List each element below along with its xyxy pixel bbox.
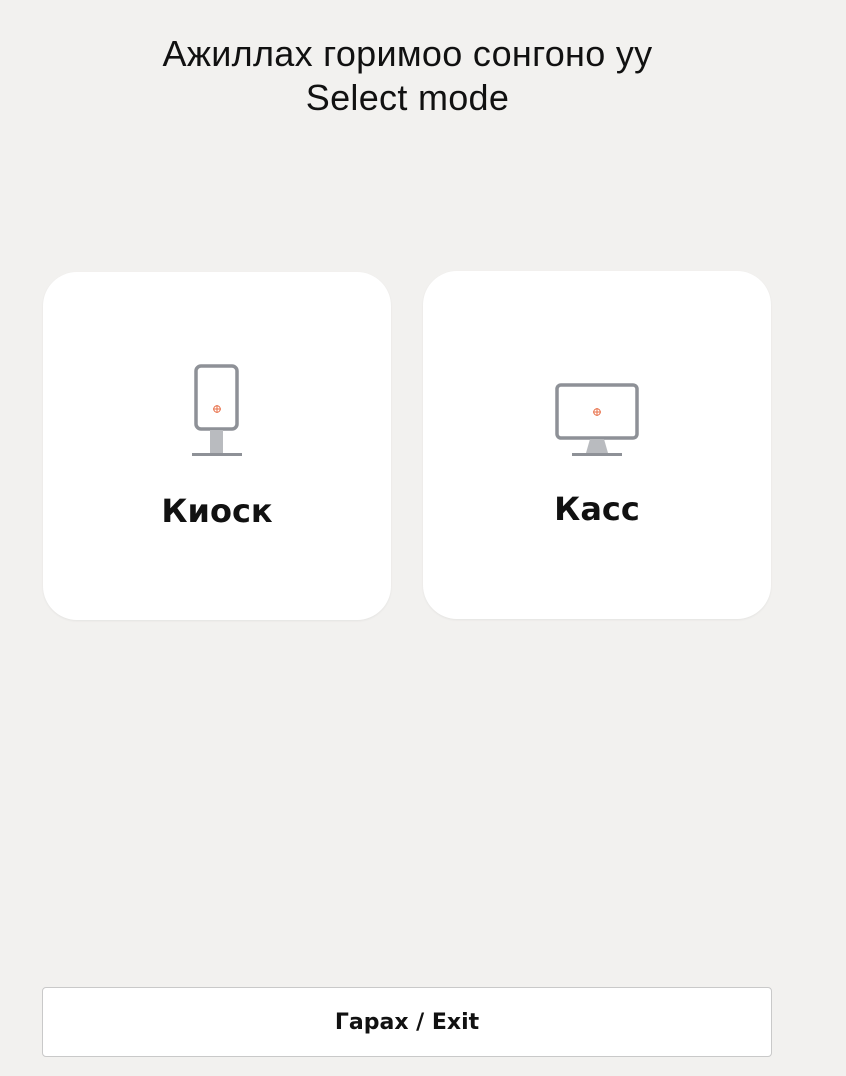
title-english: Select mode (305, 77, 510, 118)
title-mongolian: Ажиллах горимоо сонгоно уу (162, 33, 653, 74)
mode-card-kass[interactable]: Касс (423, 271, 771, 619)
page-title: Ажиллах горимоо сонгоно уу Select mode (0, 32, 815, 120)
mode-card-kiosk[interactable]: Киоск (43, 272, 391, 620)
kiosk-icon (43, 364, 391, 460)
exit-button[interactable]: Гарах / Exit (42, 987, 772, 1057)
exit-button-label: Гарах / Exit (334, 1009, 480, 1035)
mode-label-kiosk: Киоск (161, 492, 273, 530)
mode-label-kass: Касс (554, 490, 640, 528)
monitor-icon (423, 383, 771, 457)
